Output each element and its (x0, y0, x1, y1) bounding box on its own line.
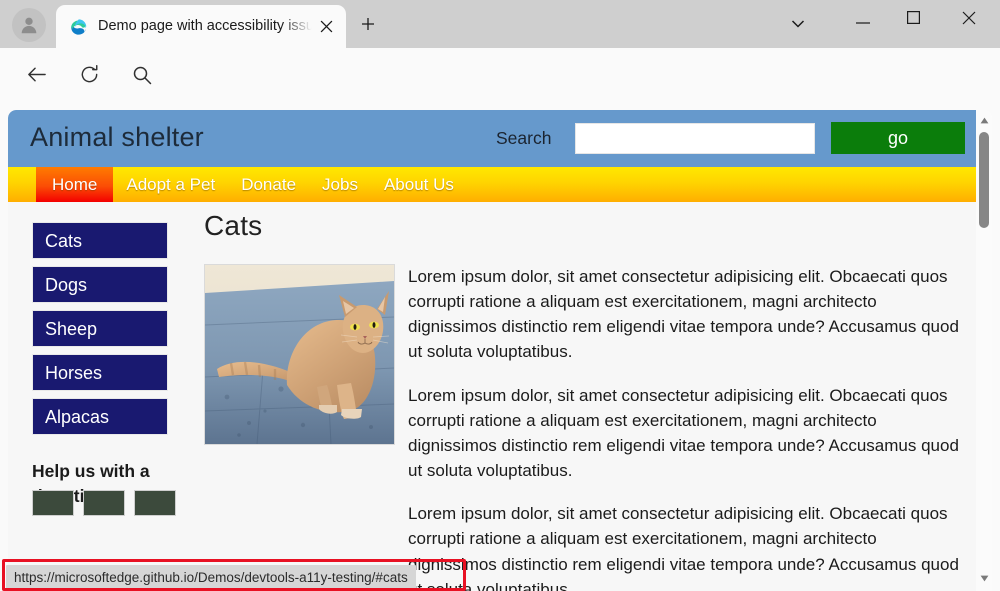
sidebar-item-sheep[interactable]: Sheep (32, 310, 168, 347)
site-title: Animal shelter (30, 122, 204, 152)
page-scrollbar[interactable] (976, 110, 992, 591)
web-page: Animal shelter Search go Home Adopt a Pe… (8, 110, 992, 591)
plus-icon (360, 16, 376, 37)
chevron-down-icon (791, 16, 805, 34)
site-nav: Home Adopt a Pet Donate Jobs About Us (8, 167, 976, 214)
profile-button[interactable] (12, 8, 46, 42)
nav-item-jobs[interactable]: Jobs (309, 167, 371, 202)
page-title: Cats (204, 210, 263, 241)
close-icon (962, 11, 976, 30)
nav-item-about-us[interactable]: About Us (371, 167, 467, 202)
sidebar-item-cats[interactable]: Cats (32, 222, 168, 259)
scrollbar-thumb[interactable] (979, 132, 989, 228)
tab-strip: Demo page with accessibility issu (0, 0, 1000, 48)
article-paragraphs: Lorem ipsum dolor, sit amet consectetur … (408, 264, 960, 591)
paragraph: Lorem ipsum dolor, sit amet consectetur … (408, 504, 959, 591)
donation-amount-button[interactable] (32, 490, 74, 516)
back-arrow-icon (26, 64, 47, 90)
search-label: Search (496, 128, 552, 148)
person-icon (18, 14, 40, 36)
tab-title: Demo page with accessibility issu (98, 18, 314, 34)
browser-toolbar: microsoftedge.github.io/Demos/devtools-a… (0, 48, 1000, 146)
nav-item-donate[interactable]: Donate (228, 167, 309, 202)
status-bar-url: https://microsoftedge.github.io/Demos/de… (6, 565, 416, 589)
back-button[interactable] (18, 59, 54, 95)
window-maximize-button[interactable] (890, 0, 936, 40)
window-close-button[interactable] (946, 0, 992, 40)
browser-tab[interactable]: Demo page with accessibility issu (56, 5, 346, 48)
toolbar-search-button[interactable] (124, 59, 160, 95)
edge-logo-icon (68, 17, 88, 37)
paragraph: Lorem ipsum dolor, sit amet consectetur … (408, 385, 959, 481)
site-header: Animal shelter Search go (8, 110, 976, 167)
search-input[interactable] (575, 123, 815, 154)
page-content: Animal shelter Search go Home Adopt a Pe… (8, 110, 976, 591)
window-minimize-button[interactable] (840, 0, 886, 40)
sidebar-item-alpacas[interactable]: Alpacas (32, 398, 168, 435)
donation-amount-group (32, 490, 176, 516)
main-column: Cats Lorem ipsum dolor, sit amet consect… (204, 210, 960, 591)
reload-button[interactable] (71, 59, 107, 95)
donation-amount-button[interactable] (83, 490, 125, 516)
paragraph: Lorem ipsum dolor, sit amet consectetur … (408, 267, 959, 362)
sidebar-item-dogs[interactable]: Dogs (32, 266, 168, 303)
maximize-icon (906, 11, 920, 29)
cat-photo (204, 264, 395, 445)
sidebar-item-horses[interactable]: Horses (32, 354, 168, 391)
donation-amount-button[interactable] (134, 490, 176, 516)
reload-icon (79, 64, 100, 90)
tab-close-icon[interactable] (314, 15, 338, 39)
article: Lorem ipsum dolor, sit amet consectetur … (204, 264, 960, 591)
tab-actions-button[interactable] (782, 10, 814, 40)
nav-item-adopt-a-pet[interactable]: Adopt a Pet (113, 167, 228, 202)
browser-window: Demo page with accessibility issu Animal… (0, 0, 1000, 591)
minimize-icon (856, 11, 870, 29)
scrollbar-up-arrow-icon[interactable] (976, 112, 992, 129)
sidebar: Cats Dogs Sheep Horses Alpacas Help us w… (32, 222, 176, 516)
search-icon (132, 65, 152, 90)
page-viewport: Animal shelter Search go Home Adopt a Pe… (0, 106, 1000, 591)
scrollbar-down-arrow-icon[interactable] (976, 570, 992, 587)
site-body: Cats Dogs Sheep Horses Alpacas Help us w… (8, 202, 976, 591)
new-tab-button[interactable] (352, 11, 384, 41)
nav-item-home[interactable]: Home (36, 167, 114, 214)
search-go-button[interactable]: go (831, 122, 965, 154)
